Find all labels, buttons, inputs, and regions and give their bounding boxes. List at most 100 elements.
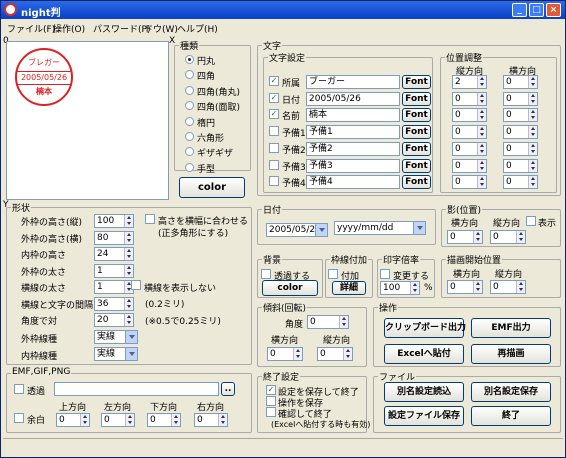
horizontal-spinner[interactable]: 0 bbox=[503, 125, 538, 140]
spin-arrows-icon[interactable] bbox=[528, 92, 537, 105]
text-row-checkbox[interactable] bbox=[269, 142, 279, 153]
form-field-spinner[interactable]: 80 bbox=[94, 230, 134, 245]
spin-arrows-icon[interactable] bbox=[516, 231, 525, 243]
print-scale-checkbox[interactable] bbox=[380, 269, 390, 279]
vertical-spinner[interactable]: 0 bbox=[452, 175, 487, 190]
vertical-spinner[interactable]: 0 bbox=[452, 108, 487, 123]
emf-margin-spinner[interactable]: 0 bbox=[194, 413, 228, 427]
load-settings-button[interactable]: 別名設定読込 bbox=[384, 382, 464, 402]
vertical-spinner[interactable]: 0 bbox=[452, 125, 487, 140]
maximize-button[interactable]: □ bbox=[529, 3, 544, 17]
horizontal-spinner[interactable]: 0 bbox=[503, 141, 538, 156]
text-row-checkbox[interactable] bbox=[269, 176, 279, 187]
form-field-spinner[interactable]: 1 bbox=[94, 280, 134, 294]
spin-arrows-icon[interactable] bbox=[124, 297, 133, 310]
save-ops-checkbox[interactable] bbox=[266, 396, 276, 406]
spin-arrows-icon[interactable] bbox=[528, 109, 537, 122]
vertical-spinner[interactable]: 2 bbox=[452, 75, 487, 89]
text-row-checkbox[interactable]: ✓ bbox=[269, 109, 279, 120]
spin-arrows-icon[interactable] bbox=[124, 215, 133, 227]
spin-arrows-icon[interactable] bbox=[124, 264, 133, 277]
close-button[interactable]: × bbox=[546, 3, 561, 17]
menu-operation[interactable]: 操作(O) bbox=[53, 22, 85, 35]
spin-arrows-icon[interactable] bbox=[473, 281, 482, 293]
spin-arrows-icon[interactable] bbox=[528, 126, 537, 139]
font-button[interactable]: Font bbox=[402, 141, 431, 156]
text-row-input[interactable]: ブーガー bbox=[306, 75, 400, 89]
vertical-spinner[interactable]: 0 bbox=[452, 91, 487, 106]
border-add-checkbox[interactable] bbox=[328, 269, 338, 279]
horizontal-spinner[interactable]: 0 bbox=[503, 108, 538, 123]
spin-arrows-icon[interactable] bbox=[528, 159, 537, 172]
spin-arrows-icon[interactable] bbox=[477, 142, 486, 155]
fit-height-checkbox[interactable] bbox=[145, 214, 155, 224]
text-row-checkbox[interactable]: ✓ bbox=[269, 76, 279, 86]
date-format-select[interactable]: yyyy/mm/dd bbox=[334, 221, 426, 235]
horizontal-spinner[interactable]: 0 bbox=[503, 75, 538, 89]
emf-margin-spinner[interactable]: 0 bbox=[56, 413, 90, 427]
spin-arrows-icon[interactable] bbox=[171, 414, 180, 426]
excel-paste-button[interactable]: Excelへ貼付 bbox=[384, 344, 464, 364]
menu-help[interactable]: ヘルプ(H) bbox=[177, 22, 218, 35]
minimize-button[interactable]: _ bbox=[512, 3, 527, 17]
font-button[interactable]: Font bbox=[402, 158, 431, 173]
text-row-input[interactable]: 予備1 bbox=[306, 125, 400, 140]
spin-arrows-icon[interactable] bbox=[125, 414, 134, 426]
emf-path-input[interactable] bbox=[54, 382, 219, 396]
spin-arrows-icon[interactable] bbox=[516, 281, 525, 293]
redraw-button[interactable]: 再描画 bbox=[471, 344, 551, 364]
emf-browse-button[interactable]: .. bbox=[221, 382, 235, 396]
tilt-rotation-spinner[interactable]: 0 bbox=[307, 315, 349, 329]
text-row-checkbox[interactable] bbox=[269, 159, 279, 170]
clipboard-output-button[interactable]: クリップボード出力 bbox=[384, 318, 466, 338]
horizontal-spinner[interactable]: 0 bbox=[503, 175, 538, 190]
background-color-button[interactable]: color bbox=[262, 280, 318, 296]
shadow-show-checkbox[interactable] bbox=[526, 216, 536, 226]
vertical-spinner[interactable]: 0 bbox=[452, 158, 487, 173]
spin-arrows-icon[interactable] bbox=[80, 414, 89, 426]
emf-output-button[interactable]: EMF出力 bbox=[471, 318, 551, 338]
spin-arrows-icon[interactable] bbox=[410, 282, 419, 294]
font-button[interactable]: Font bbox=[402, 175, 431, 190]
exit-button[interactable]: 終了 bbox=[471, 406, 551, 426]
spin-arrows-icon[interactable] bbox=[528, 76, 537, 88]
spin-arrows-icon[interactable] bbox=[293, 348, 302, 360]
outer-frame-select[interactable]: 実線 bbox=[94, 330, 138, 344]
save-settings-button[interactable]: 別名設定保存 bbox=[471, 382, 551, 402]
horizontal-spinner[interactable]: 0 bbox=[503, 158, 538, 173]
font-button[interactable]: Font bbox=[402, 91, 431, 106]
save-settings-file-button[interactable]: 設定ファイル保存 bbox=[384, 406, 464, 426]
spin-arrows-icon[interactable] bbox=[124, 314, 133, 326]
spin-arrows-icon[interactable] bbox=[477, 126, 486, 139]
emf-margin-spinner[interactable]: 0 bbox=[101, 413, 135, 427]
spin-arrows-icon[interactable] bbox=[124, 248, 133, 260]
font-button[interactable]: Font bbox=[402, 108, 431, 123]
text-row-input[interactable]: 2005/05/26 bbox=[306, 91, 400, 106]
form-field-spinner[interactable]: 24 bbox=[94, 247, 134, 261]
shape-radio-2[interactable] bbox=[185, 85, 194, 95]
spin-arrows-icon[interactable] bbox=[124, 231, 133, 244]
form-field-spinner[interactable]: 100 bbox=[94, 214, 134, 228]
draw-start-h-spinner[interactable]: 0 bbox=[447, 280, 483, 294]
font-button[interactable]: Font bbox=[402, 75, 431, 89]
font-button[interactable]: Font bbox=[402, 125, 431, 140]
menu-file[interactable]: ファイル(F) bbox=[7, 22, 55, 35]
draw-start-v-spinner[interactable]: 0 bbox=[490, 280, 526, 294]
shadow-v-spinner[interactable]: 0 bbox=[490, 230, 526, 244]
spin-arrows-icon[interactable] bbox=[477, 92, 486, 105]
spin-arrows-icon[interactable] bbox=[473, 231, 482, 243]
spin-arrows-icon[interactable] bbox=[528, 142, 537, 155]
tilt-h-spinner[interactable]: 0 bbox=[267, 347, 303, 361]
spin-arrows-icon[interactable] bbox=[477, 176, 486, 189]
shape-radio-0[interactable] bbox=[185, 55, 194, 64]
shape-radio-7[interactable] bbox=[185, 162, 194, 172]
hide-line-checkbox[interactable] bbox=[131, 280, 141, 290]
emf-margin-checkbox[interactable] bbox=[14, 413, 24, 423]
emf-margin-spinner[interactable]: 0 bbox=[147, 413, 181, 427]
spin-arrows-icon[interactable] bbox=[477, 76, 486, 88]
form-field-spinner[interactable]: 20 bbox=[94, 313, 134, 327]
spin-arrows-icon[interactable] bbox=[477, 109, 486, 122]
tilt-v-spinner[interactable]: 0 bbox=[317, 347, 353, 361]
text-row-checkbox[interactable] bbox=[269, 126, 279, 137]
date-picker[interactable]: 2005/05/26 bbox=[266, 223, 328, 237]
